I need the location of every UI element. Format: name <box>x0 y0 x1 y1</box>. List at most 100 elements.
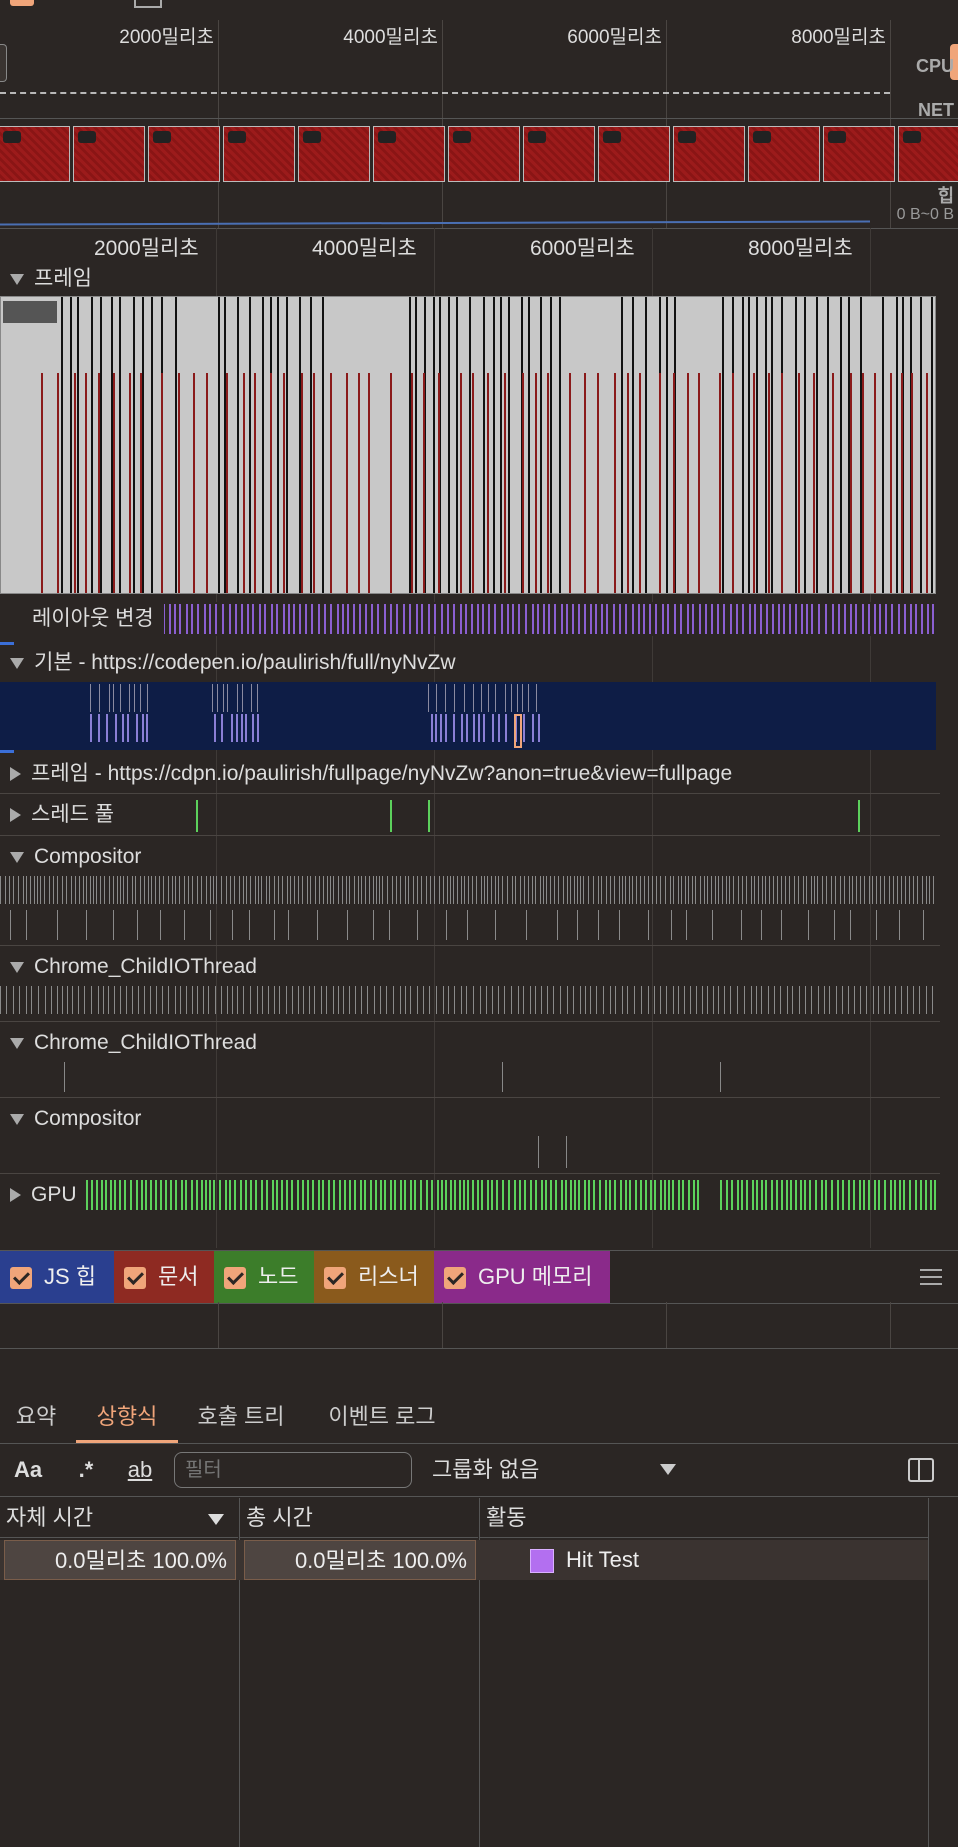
io-event[interactable] <box>767 986 769 1014</box>
track-io-thread[interactable]: Chrome_ChildIOThread <box>0 1026 940 1060</box>
frame-bar[interactable] <box>771 297 774 593</box>
gpu-event[interactable] <box>775 1180 778 1210</box>
io-event[interactable] <box>404 986 406 1014</box>
compositor-event[interactable] <box>205 876 207 904</box>
task-bar[interactable] <box>119 684 121 712</box>
compositor-event[interactable] <box>346 910 348 940</box>
io-event[interactable] <box>491 986 493 1014</box>
compositor-event[interactable] <box>834 910 836 940</box>
gpu-event[interactable] <box>291 1180 294 1210</box>
gpu-event[interactable] <box>919 1180 922 1210</box>
layout-shift[interactable] <box>384 604 387 634</box>
io-event[interactable] <box>540 986 542 1014</box>
layout-shift[interactable] <box>235 604 238 634</box>
frame-bar[interactable] <box>262 297 265 593</box>
gpu-event[interactable] <box>491 1180 494 1210</box>
gpu-event[interactable] <box>359 1180 362 1210</box>
screenshot-thumbnail[interactable] <box>448 126 520 182</box>
io-event[interactable] <box>672 986 674 1014</box>
compositor-event[interactable] <box>830 876 832 904</box>
compositor-event[interactable] <box>888 876 890 904</box>
task-bar[interactable] <box>227 684 229 712</box>
compositor-event[interactable] <box>644 876 646 904</box>
frame-bar[interactable] <box>507 297 510 593</box>
compositor-event[interactable] <box>373 910 375 940</box>
frame-bar[interactable] <box>119 297 122 593</box>
gpu-event[interactable] <box>409 1180 412 1210</box>
compositor-event[interactable] <box>618 876 620 904</box>
compositor-event[interactable] <box>361 876 363 904</box>
compositor-event[interactable] <box>196 876 198 904</box>
io-event[interactable] <box>231 986 233 1014</box>
layout-shift[interactable] <box>577 604 580 634</box>
gpu-event[interactable] <box>234 1180 237 1210</box>
task-bar[interactable] <box>522 714 525 742</box>
io-event[interactable] <box>823 986 825 1014</box>
compositor-event[interactable] <box>61 876 63 904</box>
frame-bar[interactable] <box>177 373 180 593</box>
gpu-event[interactable] <box>593 1180 596 1210</box>
io-event[interactable] <box>202 986 204 1014</box>
compositor-event[interactable] <box>685 876 687 904</box>
layout-shift[interactable] <box>264 604 267 634</box>
io-event[interactable] <box>684 986 686 1014</box>
compositor-event[interactable] <box>483 876 485 904</box>
compositor-event[interactable] <box>802 876 804 904</box>
io-event[interactable] <box>712 986 714 1014</box>
io-event[interactable] <box>114 986 116 1014</box>
layout-shift[interactable] <box>246 604 249 634</box>
compositor-event[interactable] <box>597 910 599 940</box>
layout-shift[interactable] <box>191 604 194 634</box>
layout-shift[interactable] <box>173 604 176 634</box>
compositor-event[interactable] <box>48 876 50 904</box>
compositor-event[interactable] <box>673 876 675 904</box>
gpu-event[interactable] <box>449 1180 452 1210</box>
task-bar[interactable] <box>505 714 508 742</box>
compositor-event[interactable] <box>570 876 572 904</box>
compositor-event[interactable] <box>123 876 125 904</box>
compositor-event[interactable] <box>754 876 756 904</box>
io-event[interactable] <box>750 986 752 1014</box>
task-bar[interactable] <box>453 714 456 742</box>
io-event[interactable] <box>64 1062 65 1092</box>
gpu-event[interactable] <box>306 1180 309 1210</box>
thread-pool-event[interactable] <box>390 800 392 832</box>
gpu-event[interactable] <box>654 1180 657 1210</box>
io-event[interactable] <box>454 986 456 1014</box>
gpu-event[interactable] <box>677 1180 680 1210</box>
compositor-event[interactable] <box>601 876 603 904</box>
layout-shift[interactable] <box>765 604 768 634</box>
frame-bar[interactable] <box>151 297 154 593</box>
frame-bar[interactable] <box>919 297 922 593</box>
layout-shift[interactable] <box>287 604 290 634</box>
compositor-event[interactable] <box>780 910 782 940</box>
gpu-event[interactable] <box>144 1180 147 1210</box>
compositor-event[interactable] <box>647 876 649 904</box>
task-bar[interactable] <box>495 684 497 712</box>
layout-shift[interactable] <box>240 604 243 634</box>
layout-shift[interactable] <box>619 604 622 634</box>
task-bar[interactable] <box>478 714 481 742</box>
compositor-event[interactable] <box>722 876 724 904</box>
gpu-event[interactable] <box>804 1180 807 1210</box>
gpu-event[interactable] <box>255 1180 258 1210</box>
layout-shift[interactable] <box>299 604 302 634</box>
gpu-event[interactable] <box>540 1180 543 1210</box>
frame-bar[interactable] <box>243 373 246 593</box>
task-bar[interactable] <box>211 684 213 712</box>
tab-bottom-up[interactable]: 상향식 <box>76 1391 178 1443</box>
compositor-event[interactable] <box>318 876 320 904</box>
compositor-event[interactable] <box>639 876 641 904</box>
gpu-event[interactable] <box>375 1180 378 1210</box>
compositor-event[interactable] <box>210 910 212 940</box>
compositor-event[interactable] <box>248 910 250 940</box>
gpu-event[interactable] <box>113 1180 116 1210</box>
io-event[interactable] <box>498 986 500 1014</box>
io-event[interactable] <box>332 986 334 1014</box>
compositor-event[interactable] <box>151 876 153 904</box>
io-event[interactable] <box>25 986 27 1014</box>
compositor-event[interactable] <box>511 876 513 904</box>
column-activity[interactable]: 활동 <box>480 1498 928 1538</box>
io-event[interactable] <box>572 986 574 1014</box>
compositor-event[interactable] <box>660 876 662 904</box>
